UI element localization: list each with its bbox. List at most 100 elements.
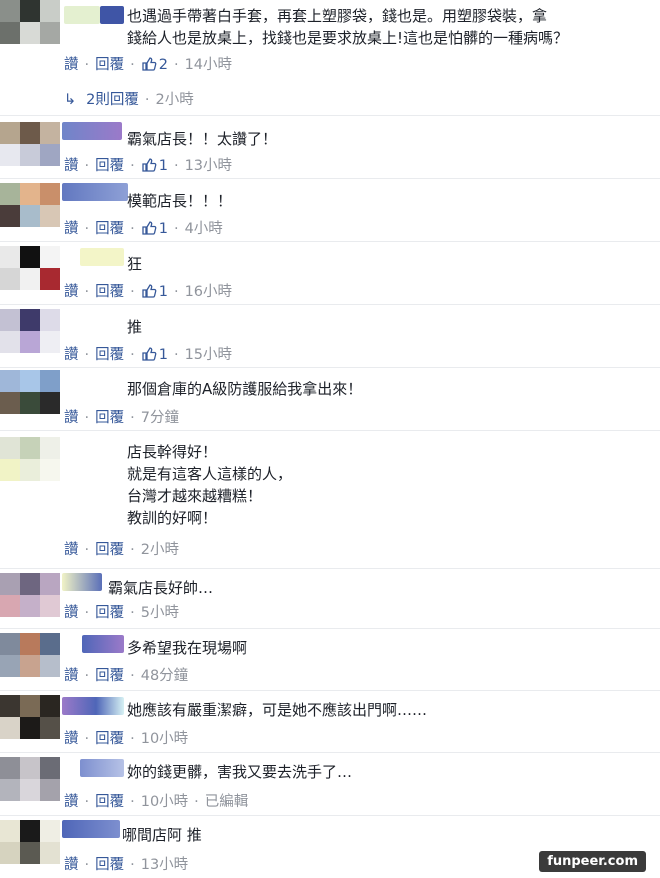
commenter-name[interactable] [62, 820, 120, 838]
avatar[interactable] [0, 695, 60, 739]
reply-button[interactable]: 回覆 [95, 347, 124, 363]
like-button[interactable]: 讚 [64, 857, 79, 873]
timestamp[interactable]: 10小時 [141, 794, 188, 810]
separator: · [130, 731, 135, 747]
divider [0, 304, 660, 305]
edited-label[interactable]: 已編輯 [205, 794, 249, 810]
timestamp[interactable]: 5小時 [141, 605, 179, 621]
avatar[interactable] [0, 757, 60, 801]
like-button[interactable]: 讚 [64, 57, 79, 73]
separator: · [173, 347, 179, 363]
avatar[interactable] [0, 633, 60, 677]
reply-button[interactable]: 回覆 [95, 57, 124, 73]
like-count[interactable]: 1 [141, 221, 168, 237]
like-button[interactable]: 讚 [64, 221, 79, 237]
like-button[interactable]: 讚 [64, 542, 79, 558]
comment-actions: 讚 · 回覆 · 1 · 13小時 [64, 157, 232, 175]
comment-text: 多希望我在現場啊 [127, 639, 248, 657]
like-button[interactable]: 讚 [64, 284, 79, 300]
commenter-name[interactable] [82, 635, 124, 653]
reply-button[interactable]: 回覆 [95, 857, 124, 873]
timestamp[interactable]: 48分鐘 [141, 668, 188, 684]
comment-actions: 讚 · 回覆 · 10小時 [64, 730, 188, 748]
divider [0, 430, 660, 431]
separator: · [130, 605, 135, 621]
commenter-name[interactable] [62, 183, 128, 201]
comment-text: 模範店長！！！ [127, 192, 233, 210]
timestamp[interactable]: 10小時 [141, 731, 188, 747]
separator: · [144, 92, 150, 108]
reply-button[interactable]: 回覆 [95, 605, 124, 621]
separator: · [130, 158, 135, 174]
like-button[interactable]: 讚 [64, 731, 79, 747]
like-count[interactable]: 1 [141, 158, 168, 174]
commenter-name[interactable] [100, 6, 124, 24]
commenter-name[interactable] [62, 573, 102, 591]
comment-text: 那個倉庫的A級防護服給我拿出來！ [127, 380, 363, 398]
timestamp[interactable]: 14小時 [185, 57, 232, 73]
commenter-name[interactable] [62, 122, 122, 140]
avatar[interactable] [0, 437, 60, 481]
separator: · [84, 857, 90, 873]
reply-button[interactable]: 回覆 [95, 221, 124, 237]
timestamp[interactable]: 15小時 [185, 347, 232, 363]
avatar[interactable] [0, 246, 60, 290]
like-button[interactable]: 讚 [64, 410, 79, 426]
separator: · [130, 668, 135, 684]
comment-actions: 讚 · 回覆 · 1 · 4小時 [64, 220, 223, 238]
separator: · [130, 542, 135, 558]
comment-text: 狂 [127, 255, 143, 273]
like-count-number: 1 [158, 158, 168, 174]
like-count[interactable]: 1 [141, 284, 168, 300]
commenter-name[interactable] [80, 248, 124, 266]
reply-button[interactable]: 回覆 [95, 284, 124, 300]
commenter-name[interactable] [62, 697, 124, 715]
separator: · [84, 410, 90, 426]
reply-button[interactable]: 回覆 [95, 542, 124, 558]
divider [0, 568, 660, 569]
like-count[interactable]: 2 [141, 57, 168, 73]
separator: · [173, 57, 179, 73]
comment-actions: 讚 · 回覆 · 10小時 · 已編輯 [64, 793, 248, 811]
timestamp[interactable]: 7分鐘 [141, 410, 179, 426]
timestamp[interactable]: 16小時 [185, 284, 232, 300]
divider [0, 628, 660, 629]
comment-text: 推 [127, 318, 143, 336]
separator: · [173, 158, 179, 174]
divider [0, 815, 660, 816]
reply-button[interactable]: 回覆 [95, 731, 124, 747]
like-button[interactable]: 讚 [64, 158, 79, 174]
separator: · [173, 221, 179, 237]
reply-button[interactable]: 回覆 [95, 158, 124, 174]
like-count[interactable]: 1 [141, 347, 168, 363]
like-button[interactable]: 讚 [64, 605, 79, 621]
comment-actions: 讚 · 回覆 · 48分鐘 [64, 667, 188, 685]
separator: · [84, 158, 90, 174]
divider [0, 690, 660, 691]
separator: · [84, 57, 90, 73]
view-replies-link[interactable]: ↳ 2則回覆 · 2小時 [64, 88, 194, 109]
commenter-name[interactable] [80, 759, 124, 777]
timestamp[interactable]: 2小時 [141, 542, 179, 558]
avatar[interactable] [0, 573, 60, 617]
timestamp[interactable]: 4小時 [185, 221, 223, 237]
avatar[interactable] [0, 122, 60, 166]
like-button[interactable]: 讚 [64, 794, 79, 810]
comment-actions: 讚 · 回覆 · 2小時 [64, 541, 179, 559]
timestamp: 2小時 [155, 92, 194, 108]
timestamp[interactable]: 13小時 [185, 158, 232, 174]
like-count-number: 1 [158, 221, 168, 237]
avatar[interactable] [0, 0, 60, 44]
reply-button[interactable]: 回覆 [95, 668, 124, 684]
like-button[interactable]: 讚 [64, 347, 79, 363]
like-button[interactable]: 讚 [64, 668, 79, 684]
comment-text: 哪間店阿 推 [122, 826, 202, 844]
reply-button[interactable]: 回覆 [95, 410, 124, 426]
reply-button[interactable]: 回覆 [95, 794, 124, 810]
avatar[interactable] [0, 183, 60, 227]
timestamp[interactable]: 13小時 [141, 857, 188, 873]
avatar[interactable] [0, 370, 60, 414]
avatar[interactable] [0, 309, 60, 353]
name-highlight [64, 6, 100, 24]
avatar[interactable] [0, 820, 60, 864]
